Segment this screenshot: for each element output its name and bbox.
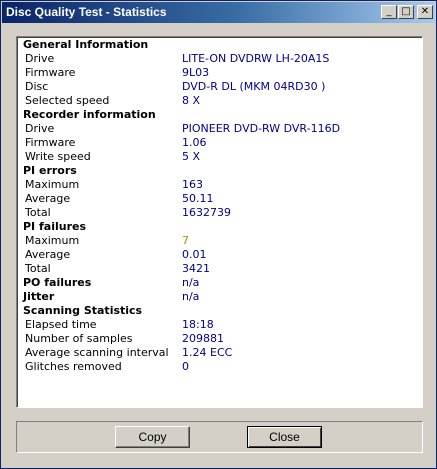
pif-average-value: 0.01: [182, 248, 207, 261]
write-speed-label: Write speed: [25, 150, 91, 163]
number-of-samples-value: 209881: [182, 332, 224, 345]
firmware-label: Firmware: [25, 66, 76, 79]
elapsed-time-value: 18:18: [182, 318, 214, 331]
recorder-firmware-value: 1.06: [182, 136, 207, 149]
section-po-failures-title: PO failures: [23, 276, 92, 289]
jitter-value: n/a: [182, 290, 200, 303]
close-window-button[interactable]: ✕: [417, 5, 433, 19]
number-of-samples-label: Number of samples: [25, 332, 133, 345]
title-bar[interactable]: Disc Quality Test - Statistics _ □ ✕: [2, 2, 435, 23]
maximize-button[interactable]: □: [398, 5, 414, 19]
po-failures-value: n/a: [182, 276, 200, 289]
pif-total-label: Total: [25, 262, 51, 275]
section-pi-errors-title: PI errors: [23, 164, 77, 177]
scanning-interval-value: 1.24 ECC: [182, 346, 233, 359]
pie-maximum-label: Maximum: [25, 178, 80, 191]
pif-maximum-label: Maximum: [25, 234, 80, 247]
recorder-firmware-label: Firmware: [25, 136, 76, 149]
pie-average-value: 50.11: [182, 192, 214, 205]
pie-total-label: Total: [25, 206, 51, 219]
pif-maximum-value: 7: [182, 234, 189, 247]
statistics-dialog: Disc Quality Test - Statistics _ □ ✕ Gen…: [0, 0, 437, 469]
section-pi-failures-title: PI failures: [23, 220, 86, 233]
drive-label: Drive: [25, 52, 55, 65]
pie-average-label: Average: [25, 192, 71, 205]
section-recorder-title: Recorder information: [23, 108, 156, 121]
pie-maximum-value: 163: [182, 178, 203, 191]
minimize-button[interactable]: _: [381, 5, 397, 19]
disc-label: Disc: [25, 80, 49, 93]
drive-value: LITE-ON DVDRW LH-20A1S: [182, 52, 330, 65]
firmware-value: 9L03: [182, 66, 210, 79]
section-general-title: General Information: [23, 38, 149, 51]
selected-speed-value: 8 X: [182, 94, 201, 107]
close-button[interactable]: Close: [247, 426, 322, 448]
statistics-panel: General Information Drive LITE-ON DVDRW L…: [16, 36, 423, 408]
copy-button[interactable]: Copy: [115, 426, 190, 448]
section-jitter-title: Jitter: [23, 290, 55, 303]
section-scanning-title: Scanning Statistics: [23, 304, 143, 317]
write-speed-value: 5 X: [182, 150, 201, 163]
pif-average-label: Average: [25, 248, 71, 261]
glitches-removed-value: 0: [182, 360, 189, 373]
recorder-drive-value: PIONEER DVD-RW DVR-116D: [182, 122, 341, 135]
scanning-interval-label: Average scanning interval: [25, 346, 169, 359]
pie-total-value: 1632739: [182, 206, 231, 219]
disc-value: DVD-R DL (MKM 04RD30 ): [182, 80, 326, 93]
button-bar: Copy Close: [16, 421, 423, 453]
pif-total-value: 3421: [182, 262, 210, 275]
recorder-drive-label: Drive: [25, 122, 55, 135]
glitches-removed-label: Glitches removed: [25, 360, 122, 373]
window-title: Disc Quality Test - Statistics: [6, 5, 167, 19]
elapsed-time-label: Elapsed time: [25, 318, 97, 331]
selected-speed-label: Selected speed: [25, 94, 110, 107]
